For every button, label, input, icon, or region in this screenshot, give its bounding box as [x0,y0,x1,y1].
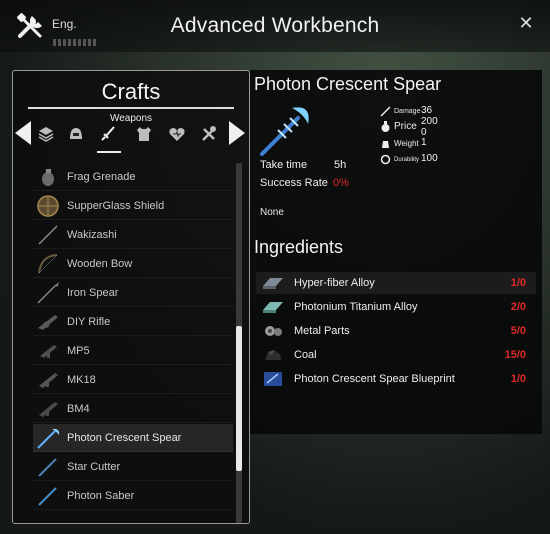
rifle-icon [38,315,58,330]
list-item[interactable]: DIY Rifle [33,308,233,336]
ingredient-count: 1/0 [510,373,526,385]
item-title: Photon Crescent Spear [254,74,442,94]
ingredient-name: Hyper-fiber Alloy [294,277,375,289]
list-item[interactable]: MK18 [33,366,233,394]
crafts-panel: Crafts Weapons Frag Grenade SupperGlass … [12,70,250,524]
ingredient-name: Metal Parts [294,325,350,337]
rifle-icon [39,402,58,417]
metal-parts-icon [265,326,282,336]
list-item[interactable]: Wakizashi [33,221,233,249]
list-item[interactable]: Photon Saber [33,482,233,510]
saber-icon [38,487,57,506]
list-item-label: Photon Crescent Spear [67,432,182,444]
durability-label: Durability [394,157,420,163]
list-item[interactable]: BM4 [33,395,233,423]
ingredient-row[interactable]: Hyper-fiber Alloy 1/0 [256,272,536,294]
list-item[interactable]: Iron Spear [33,279,233,307]
shield-icon [37,195,59,217]
blade-icon [38,458,57,477]
list-item[interactable]: MP5 [33,337,233,365]
helmet-icon[interactable] [67,125,85,143]
price-value: 200 [421,116,438,127]
list-item-label: BM4 [67,403,90,415]
armor-icon[interactable] [37,125,55,143]
ingredient-name: Photon Crescent Spear Blueprint [294,373,455,385]
window-title: Advanced Workbench [170,14,380,37]
list-item-label: Wakizashi [67,229,117,241]
bow-icon [38,254,58,274]
detail-panel: Photon Crescent Spear Damage 36 Price 20… [250,70,542,434]
category-label: Weapons [109,113,153,124]
sword-icon[interactable] [99,125,117,143]
damage-value: 36 [421,105,433,116]
list-item-label: Wooden Bow [67,258,133,270]
titanium-alloy-icon [263,302,283,313]
damage-label: Damage [394,108,421,115]
blueprint-icon [264,372,282,386]
list-item-label: MP5 [67,345,90,357]
photon-spear-icon [260,107,309,156]
weight-icon [382,141,389,148]
smg-icon [40,345,57,358]
list-item[interactable]: Frag Grenade [33,163,233,191]
close-button[interactable]: ✕ [518,14,534,32]
requirement-text: None [260,207,284,218]
divider [28,107,234,109]
window-header: Eng. Advanced Workbench ✕ [0,0,550,52]
price-label: Price [394,121,417,132]
damage-icon [380,106,391,117]
list-item-label: Star Cutter [67,461,121,473]
active-category-indicator [97,151,121,153]
blade-icon [38,225,58,245]
alloy-icon [263,278,283,289]
ingredient-name: Coal [294,349,317,361]
ingredient-row[interactable]: Photon Crescent Spear Blueprint 1/0 [256,368,536,390]
ingredient-count: 1/0 [510,277,526,289]
list-item-label: Frag Grenade [67,171,136,183]
category-next-arrow[interactable] [229,121,245,145]
success-rate-value: 0% [333,177,349,189]
durability-value: 100 [421,153,438,164]
durability-icon [380,154,391,165]
success-rate-label: Success Rate [260,177,328,189]
ingredient-count: 15/0 [504,349,526,361]
ingredients-title: Ingredients [254,237,344,257]
coal-icon [265,350,281,360]
heart-icon[interactable] [168,125,186,143]
ingredient-row[interactable]: Coal 15/0 [256,344,536,366]
list-item-label: Photon Saber [67,490,135,502]
weight-label: Weight [394,139,419,148]
weight-value: 1 [421,137,427,148]
list-item[interactable]: SupperGlass Shield [33,192,233,220]
tools-icon[interactable] [200,125,218,143]
ingredient-row[interactable]: Metal Parts 5/0 [256,320,536,342]
list-item[interactable]: Star Cutter [33,453,233,481]
crafts-list: Frag Grenade SupperGlass Shield Wakizash… [33,163,233,521]
grenade-icon [42,169,54,186]
list-item-label: MK18 [67,374,96,386]
take-time-label: Take time [260,159,308,171]
list-item-label: SupperGlass Shield [67,200,165,212]
ingredient-row[interactable]: Photonium Titanium Alloy 2/0 [256,296,536,318]
money-bag-icon [381,121,390,132]
list-item-label: DIY Rifle [67,316,111,328]
ingredient-count: 5/0 [510,325,526,337]
list-item-selected[interactable]: Photon Crescent Spear [33,424,233,452]
crafts-title: Crafts [101,79,161,104]
category-prev-arrow[interactable] [15,121,31,145]
take-time-value: 5h [334,159,347,171]
scrollbar-thumb[interactable] [236,326,242,471]
vest-icon[interactable] [135,125,153,143]
ingredient-name: Photonium Titanium Alloy [294,301,418,313]
energy-bar [53,39,97,46]
photon-spear-icon [37,428,60,449]
ingredient-count: 2/0 [510,301,526,313]
list-item-label: Iron Spear [67,287,119,299]
rifle-icon [39,373,58,388]
list-item[interactable]: Wooden Bow [33,250,233,278]
spear-icon [37,282,59,304]
